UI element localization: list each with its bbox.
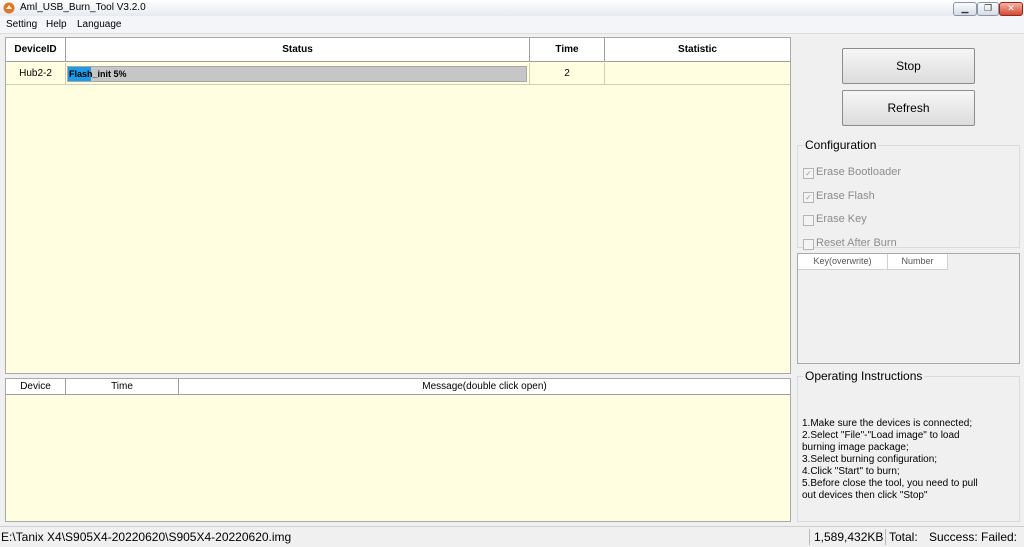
instruction-line: 5.Before close the tool, you need to pul… bbox=[802, 478, 978, 489]
header-device-id[interactable]: DeviceID bbox=[6, 38, 66, 62]
window-title: Aml_USB_Burn_Tool V3.2.0 bbox=[20, 2, 146, 13]
configuration-title: Configuration bbox=[803, 138, 879, 152]
close-button[interactable]: ✕ bbox=[999, 2, 1023, 16]
header-statistic[interactable]: Statistic bbox=[605, 38, 790, 62]
burn-progress-bar: Flash_init 5% bbox=[67, 66, 527, 82]
menu-help[interactable]: Help bbox=[46, 19, 67, 30]
instruction-line: 4.Click "Start" to burn; bbox=[802, 466, 900, 477]
app-icon bbox=[3, 2, 15, 14]
total-label: Total: bbox=[889, 530, 918, 544]
header-message[interactable]: Message(double click open) bbox=[179, 379, 790, 395]
header-log-time[interactable]: Time bbox=[66, 379, 179, 395]
erase-bootloader-label: Erase Bootloader bbox=[816, 166, 901, 178]
time-cell: 2 bbox=[530, 63, 605, 85]
instruction-line: 3.Select burning configuration; bbox=[802, 454, 938, 465]
erase-flash-label: Erase Flash bbox=[816, 190, 875, 202]
checkbox-check-icon: ✓ bbox=[803, 168, 814, 179]
minimize-button[interactable]: ▁ bbox=[953, 2, 977, 16]
refresh-button[interactable]: Refresh bbox=[842, 90, 975, 126]
status-bar: E:\Tanix X4\S905X4-20220620\S905X4-20220… bbox=[0, 526, 1024, 547]
device-table[interactable]: DeviceID Status Time Statistic Hub2-2 Fl… bbox=[5, 37, 791, 374]
key-table[interactable]: Key(overwrite) Number bbox=[797, 253, 1020, 364]
instruction-line: 1.Make sure the devices is connected; bbox=[802, 418, 973, 429]
stop-button[interactable]: Stop bbox=[842, 48, 975, 84]
status-separator bbox=[809, 529, 810, 545]
checkbox-check-icon: ✓ bbox=[803, 192, 814, 203]
log-table[interactable]: Device Time Message(double click open) bbox=[5, 378, 791, 522]
reset-after-burn-label: Reset After Burn bbox=[816, 237, 897, 249]
menu-language[interactable]: Language bbox=[77, 19, 122, 30]
device-id-cell: Hub2-2 bbox=[6, 63, 66, 85]
header-status[interactable]: Status bbox=[66, 38, 530, 62]
status-separator bbox=[885, 529, 886, 545]
erase-key-label: Erase Key bbox=[816, 213, 867, 225]
success-label: Success: bbox=[929, 530, 978, 544]
checkbox-empty-icon bbox=[803, 215, 814, 226]
status-cell: Flash_init 5% bbox=[66, 63, 530, 85]
header-device[interactable]: Device bbox=[6, 379, 66, 395]
image-size: 1,589,432KB bbox=[814, 530, 884, 544]
title-bar: Aml_USB_Burn_Tool V3.2.0 ▁ ❐ ✕ bbox=[0, 0, 1024, 17]
instruction-line: out devices then click "Stop" bbox=[802, 490, 928, 501]
menu-setting[interactable]: Setting bbox=[6, 19, 37, 30]
failed-label: Failed: bbox=[981, 530, 1018, 544]
restore-button[interactable]: ❐ bbox=[977, 2, 999, 16]
header-time[interactable]: Time bbox=[530, 38, 605, 62]
progress-status-text: Flash_init 5% bbox=[69, 69, 127, 79]
header-number[interactable]: Number bbox=[888, 254, 948, 270]
header-key[interactable]: Key(overwrite) bbox=[798, 254, 888, 270]
menu-bar: Setting Help Language bbox=[0, 16, 1024, 34]
checkbox-empty-icon bbox=[803, 239, 814, 250]
instruction-line: 2.Select "File"-"Load image" to load bbox=[802, 430, 960, 441]
image-path: E:\Tanix X4\S905X4-20220620\S905X4-20220… bbox=[1, 530, 292, 544]
instructions-title: Operating Instructions bbox=[803, 369, 925, 383]
instruction-line: burning image package; bbox=[802, 442, 909, 453]
statistic-cell bbox=[605, 63, 790, 85]
